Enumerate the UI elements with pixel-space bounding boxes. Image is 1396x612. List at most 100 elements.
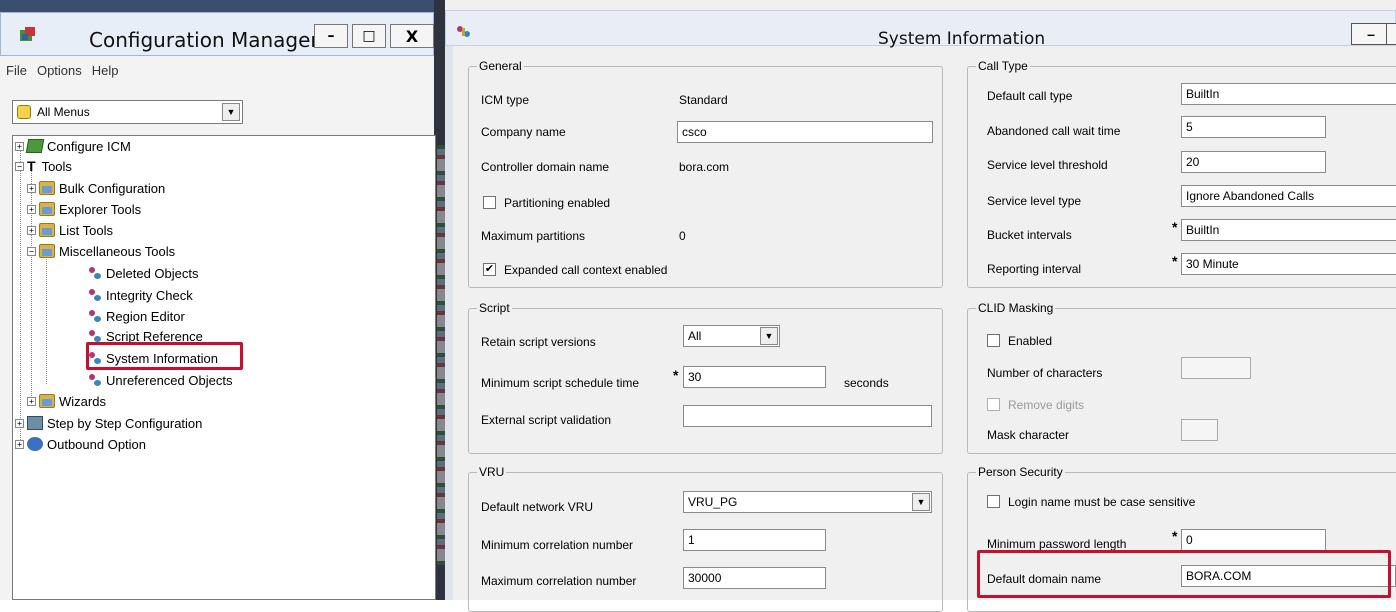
default-domain-highlight	[977, 550, 1391, 598]
tool-icon	[87, 288, 102, 303]
expand-icon[interactable]: +	[15, 418, 24, 428]
outbound-option-icon	[27, 437, 43, 451]
min-password-length-label: Minimum password length	[987, 537, 1127, 551]
tree-item-label: Bulk Configuration	[59, 180, 166, 196]
service-level-type-label: Service level type	[987, 194, 1082, 208]
tree-item-label: Miscellaneous Tools	[59, 243, 176, 259]
max-correlation-input[interactable]: 30000	[683, 567, 826, 589]
collapse-icon[interactable]: −	[15, 161, 24, 171]
cm-window-title: Configuration Manager	[89, 28, 319, 52]
cm-window-controls: – □ X	[314, 24, 438, 48]
tree-item-list-tools[interactable]: + List Tools	[27, 220, 113, 240]
abandoned-call-wait-input[interactable]: 5	[1181, 116, 1326, 138]
general-group: General ICM type Standard Company name c…	[468, 59, 943, 288]
tree-item-label: Unreferenced Objects	[106, 372, 233, 388]
menu-options[interactable]: Options	[37, 63, 82, 78]
tree-item-step-by-step-configuration[interactable]: + Step by Step Configuration	[15, 413, 202, 433]
tree-item-integrity-check[interactable]: Integrity Check	[87, 285, 193, 305]
menu-file[interactable]: File	[6, 63, 27, 78]
expand-icon[interactable]: +	[27, 204, 36, 214]
group-title: Script	[477, 301, 512, 315]
tree-item-tools[interactable]: − T Tools	[15, 156, 72, 176]
tree-item-unreferenced-objects[interactable]: Unreferenced Objects	[87, 370, 232, 390]
min-script-schedule-input[interactable]: 30	[683, 366, 826, 388]
configuration-manager-window: Configuration Manager – □ X File Options…	[0, 0, 445, 600]
script-group: Script Retain script versions All ▼ Mini…	[468, 301, 943, 454]
mask-character-input[interactable]	[1181, 419, 1218, 441]
remove-digits-checkbox[interactable]	[987, 398, 1000, 411]
min-correlation-input[interactable]: 1	[683, 529, 826, 551]
group-title: VRU	[477, 465, 507, 479]
service-level-type-select[interactable]: Ignore Abandoned Calls	[1181, 185, 1396, 207]
cm-titlebar[interactable]: Configuration Manager – □ X	[0, 12, 434, 56]
chevron-down-icon[interactable]: ▼	[760, 327, 778, 345]
icm-type-label: ICM type	[481, 93, 530, 107]
tree-item-label: List Tools	[59, 222, 113, 238]
configure-icm-icon	[25, 139, 45, 153]
case-sensitive-checkbox[interactable]	[987, 495, 1000, 508]
max-partitions-label: Maximum partitions	[481, 229, 586, 243]
mask-character-label: Mask character	[987, 428, 1070, 442]
tool-icon	[87, 373, 102, 388]
required-marker: *	[1172, 528, 1178, 544]
chevron-down-icon[interactable]: ▼	[222, 103, 240, 121]
menu-filter-select[interactable]: All Menus ▼	[12, 100, 243, 124]
chevron-down-icon[interactable]: ▼	[912, 493, 930, 511]
configuration-manager-app-icon	[20, 27, 35, 41]
default-network-vru-label: Default network VRU	[481, 500, 594, 514]
seconds-unit: seconds	[844, 376, 889, 390]
maximize-button[interactable]: □	[352, 24, 386, 48]
si-maximize-button[interactable]	[1386, 23, 1396, 45]
call-type-group: Call Type Default call type BuiltIn Aban…	[967, 59, 1396, 288]
reporting-interval-label: Reporting interval	[987, 262, 1082, 276]
required-marker: *	[1172, 253, 1178, 269]
tree-item-region-editor[interactable]: Region Editor	[87, 306, 185, 326]
abandoned-call-wait-label: Abandoned call wait time	[987, 124, 1121, 138]
folder-icon	[39, 394, 55, 408]
si-minimize-button[interactable]: –	[1351, 23, 1391, 45]
collapse-icon[interactable]: −	[27, 246, 36, 256]
si-window-title: System Information	[878, 29, 1046, 49]
clid-enabled-checkbox[interactable]	[987, 334, 1000, 347]
tree-item-deleted-objects[interactable]: Deleted Objects	[87, 263, 199, 283]
external-script-validation-input[interactable]	[683, 405, 932, 427]
default-network-vru-select[interactable]: VRU_PG ▼	[683, 491, 932, 513]
system-information-highlight	[86, 342, 243, 370]
window-top-strip	[0, 0, 445, 12]
service-level-threshold-input[interactable]: 20	[1181, 151, 1326, 173]
tree-item-bulk-configuration[interactable]: + Bulk Configuration	[27, 178, 165, 198]
bucket-intervals-select[interactable]: BuiltIn	[1181, 219, 1396, 241]
expand-icon[interactable]: +	[27, 396, 36, 406]
company-name-label: Company name	[481, 125, 566, 139]
expand-icon[interactable]: +	[27, 183, 36, 193]
folder-icon	[39, 244, 55, 258]
background-window-strip	[437, 145, 445, 565]
max-correlation-label: Maximum correlation number	[481, 574, 637, 588]
default-call-type-input[interactable]: BuiltIn	[1181, 83, 1396, 105]
minimize-button[interactable]: –	[314, 24, 348, 48]
tree-item-outbound-option[interactable]: + Outbound Option	[15, 434, 146, 454]
close-button[interactable]: X	[390, 24, 434, 48]
expand-icon[interactable]: +	[15, 141, 24, 151]
tree-item-miscellaneous-tools[interactable]: − Miscellaneous Tools	[27, 241, 175, 261]
expand-icon[interactable]: +	[27, 225, 36, 235]
expand-icon[interactable]: +	[15, 439, 24, 449]
remove-digits-label: Remove digits	[1008, 398, 1085, 412]
partitioning-checkbox[interactable]	[483, 196, 496, 209]
tree-item-wizards[interactable]: + Wizards	[27, 391, 106, 411]
number-of-characters-input[interactable]	[1181, 357, 1251, 379]
expanded-call-context-label: Expanded call context enabled	[504, 263, 668, 277]
si-titlebar[interactable]: System Information –	[445, 10, 1396, 49]
reporting-interval-select[interactable]: 30 Minute	[1181, 253, 1396, 275]
expanded-call-context-checkbox[interactable]: ✔	[483, 263, 496, 276]
system-information-window: System Information – General ICM type St…	[445, 0, 1396, 612]
tools-icon: T	[27, 158, 36, 174]
retain-script-versions-value: All	[688, 329, 702, 343]
retain-script-versions-select[interactable]: All ▼	[683, 325, 780, 347]
min-password-length-input[interactable]: 0	[1181, 529, 1326, 551]
controller-domain-value: bora.com	[679, 160, 730, 174]
tree-item-configure-icm[interactable]: + Configure ICM	[15, 136, 131, 156]
tree-item-explorer-tools[interactable]: + Explorer Tools	[27, 199, 141, 219]
company-name-input[interactable]: csco	[677, 121, 933, 143]
menu-help[interactable]: Help	[92, 63, 119, 78]
